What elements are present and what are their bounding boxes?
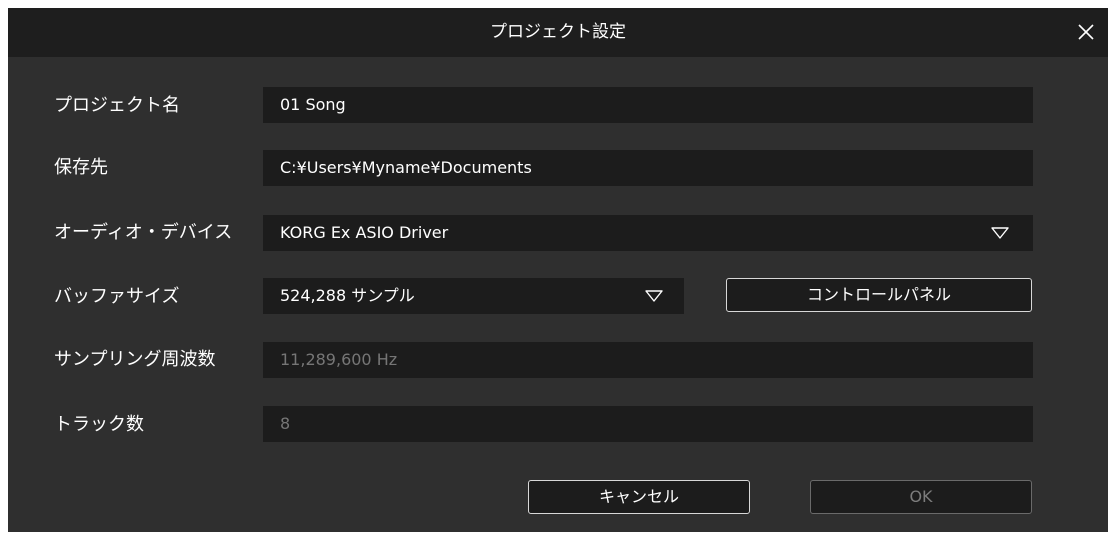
close-button[interactable] (1068, 14, 1104, 50)
sample-rate-value: 11,289,600 Hz (280, 350, 398, 369)
audio-device-label: オーディオ・デバイス (54, 222, 233, 243)
audio-device-value: KORG Ex ASIO Driver (280, 223, 449, 242)
project-name-label: プロジェクト名 (54, 95, 180, 116)
close-icon (1078, 24, 1094, 40)
audio-device-select[interactable]: KORG Ex ASIO Driver (263, 215, 1033, 251)
track-count-value: 8 (280, 414, 291, 433)
save-location-label: 保存先 (54, 157, 108, 178)
save-location-input[interactable]: C:¥Users¥Myname¥Documents (263, 150, 1033, 186)
sample-rate-label: サンプリング周波数 (54, 349, 216, 370)
project-settings-dialog: プロジェクト設定 プロジェクト名 01 Song 保存先 C:¥Users¥My… (8, 8, 1108, 532)
ok-button[interactable]: OK (810, 480, 1032, 514)
dropdown-triangle-icon (991, 227, 1009, 239)
project-name-input[interactable]: 01 Song (263, 87, 1033, 123)
control-panel-button[interactable]: コントロールパネル (726, 278, 1032, 312)
title-bar: プロジェクト設定 (8, 8, 1108, 57)
buffer-size-value: 524,288 サンプル (280, 286, 415, 305)
buffer-size-select[interactable]: 524,288 サンプル (263, 278, 684, 314)
save-location-value: C:¥Users¥Myname¥Documents (280, 158, 532, 177)
cancel-button[interactable]: キャンセル (528, 480, 750, 514)
sample-rate-field: 11,289,600 Hz (263, 342, 1033, 378)
buffer-size-label: バッファサイズ (54, 286, 180, 307)
dialog-title: プロジェクト設定 (490, 22, 626, 42)
track-count-field: 8 (263, 406, 1033, 442)
project-name-value: 01 Song (280, 95, 346, 114)
dropdown-triangle-icon (645, 290, 663, 302)
track-count-label: トラック数 (54, 414, 144, 435)
